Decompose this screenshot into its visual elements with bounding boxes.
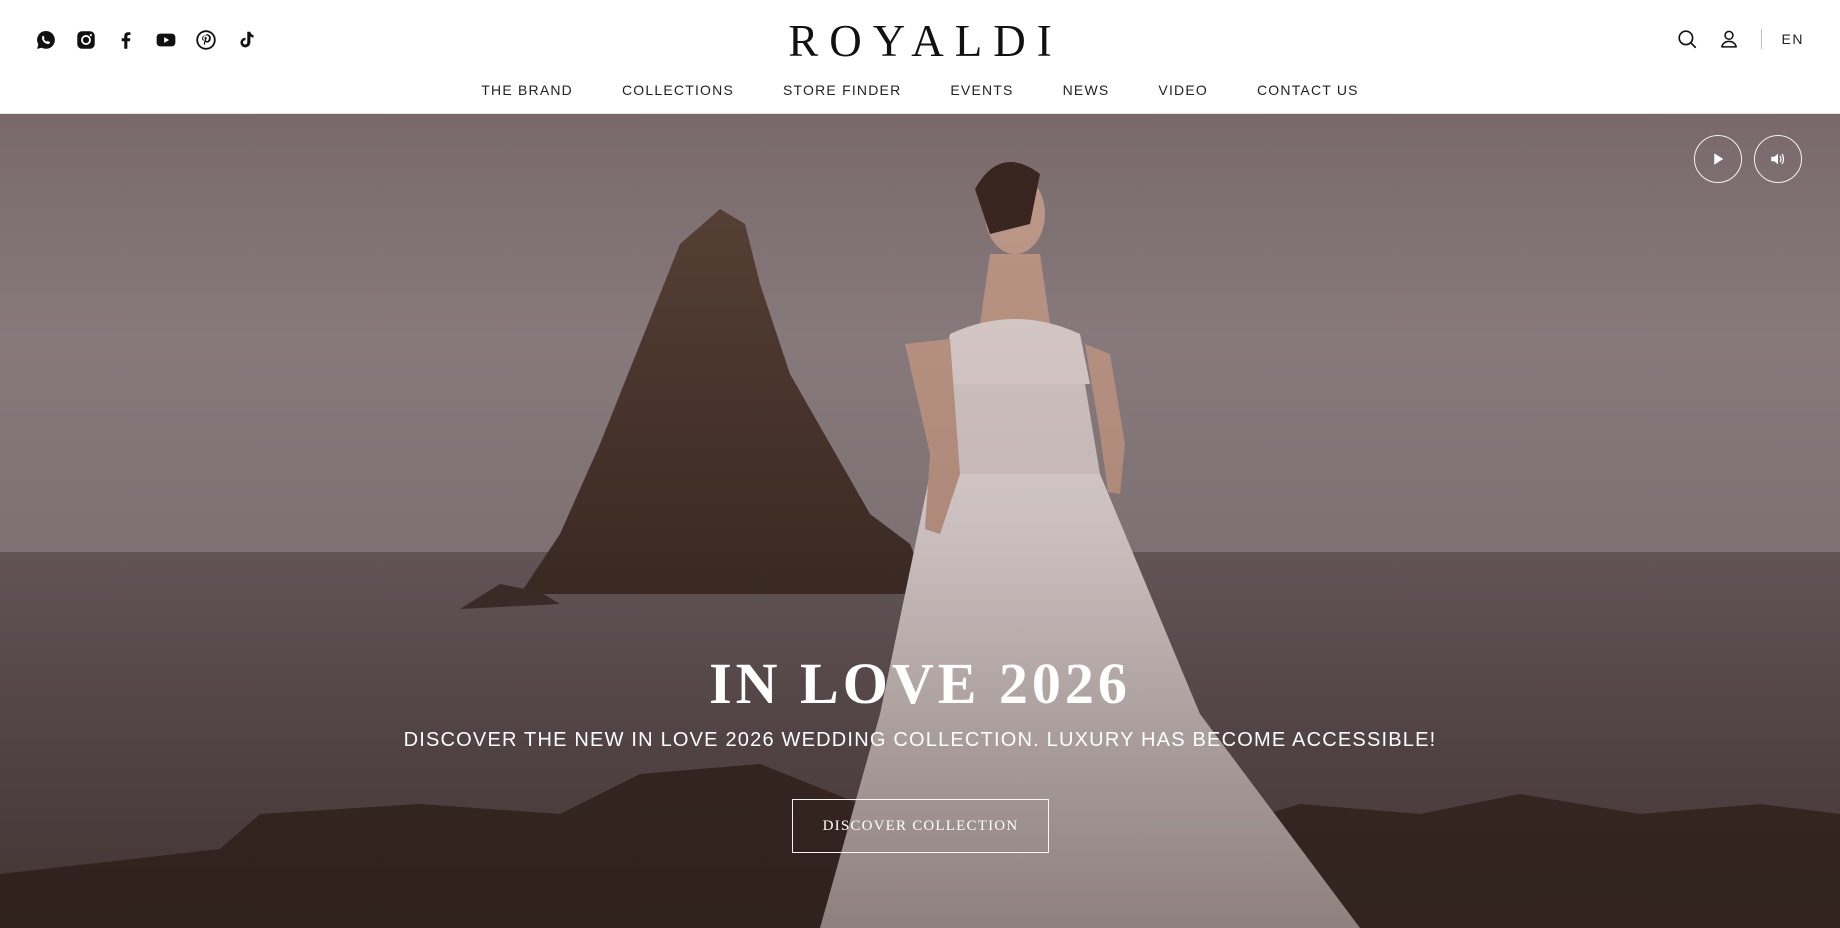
hero-video: IN LOVE 2026 DISCOVER THE NEW IN LOVE 20… xyxy=(0,114,1840,928)
header-tools: EN xyxy=(1675,26,1804,52)
nav-item-news[interactable]: NEWS xyxy=(1063,82,1110,98)
discover-collection-button[interactable]: DISCOVER COLLECTION xyxy=(792,799,1049,853)
hero-title: IN LOVE 2026 xyxy=(709,651,1131,716)
nav-item-contact-us[interactable]: CONTACT US xyxy=(1257,82,1359,98)
volume-icon xyxy=(1771,153,1785,165)
play-button[interactable] xyxy=(1694,135,1742,183)
nav-item-the-brand[interactable]: THE BRAND xyxy=(481,82,573,98)
user-icon[interactable] xyxy=(1717,26,1741,52)
nav-item-video[interactable]: VIDEO xyxy=(1158,82,1208,98)
language-selector[interactable]: EN xyxy=(1782,31,1804,47)
nav-item-collections[interactable]: COLLECTIONS xyxy=(622,82,734,98)
video-controls xyxy=(1694,135,1802,183)
main-nav: THE BRAND COLLECTIONS STORE FINDER EVENT… xyxy=(0,82,1840,98)
brand-logo[interactable]: ROYALDI xyxy=(0,14,1840,68)
hero-subtitle: DISCOVER THE NEW IN LOVE 2026 WEDDING CO… xyxy=(403,729,1437,751)
play-icon xyxy=(1714,153,1724,165)
site-header: ROYALDI EN THE BRAND COLLECTIONS STORE F… xyxy=(0,0,1840,114)
tools-divider xyxy=(1760,29,1762,49)
sound-button[interactable] xyxy=(1754,135,1802,183)
nav-item-store-finder[interactable]: STORE FINDER xyxy=(783,82,901,98)
search-icon[interactable] xyxy=(1675,26,1699,52)
nav-item-events[interactable]: EVENTS xyxy=(950,82,1013,98)
